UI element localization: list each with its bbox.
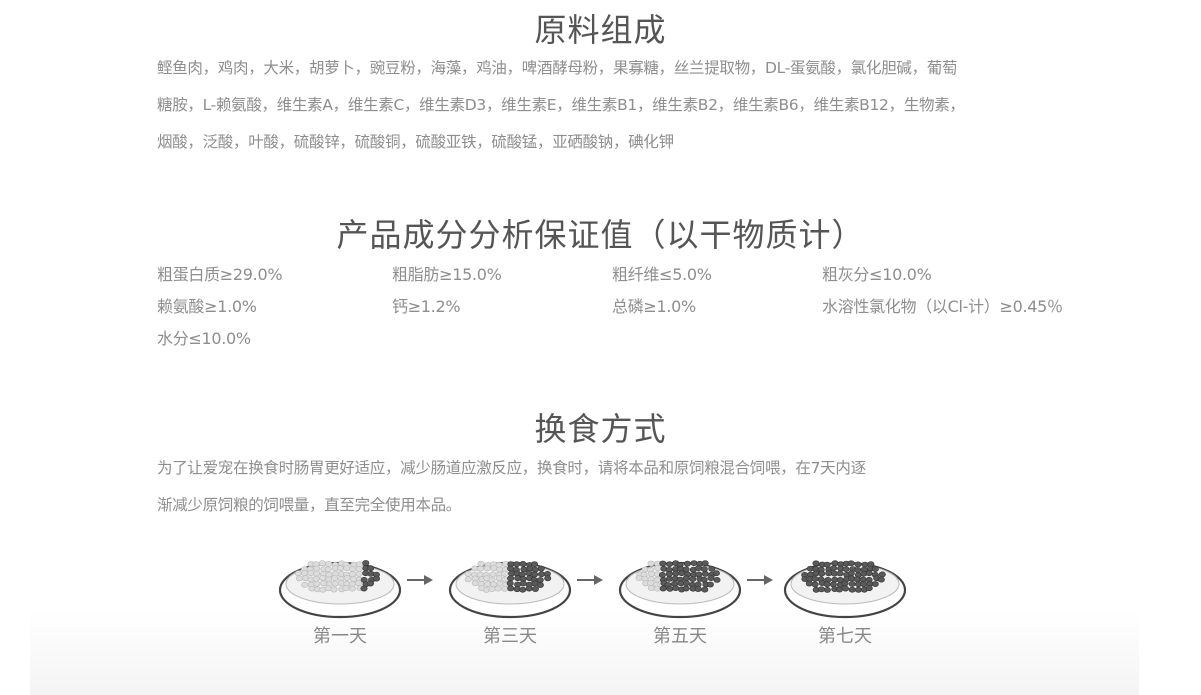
analysis-item: 赖氨酸≥1.0% bbox=[157, 297, 257, 316]
transition-line: 为了让爱宠在换食时肠胃更好适应，减少肠道应激反应，换食时，请将本品和原饲粮混合饲… bbox=[157, 459, 866, 477]
ingredients-list: 鲣鱼肉，鸡肉，大米，胡萝卜，豌豆粉，海藻，鸡油，啤酒酵母粉，果寡糖，丝兰提取物，… bbox=[157, 50, 1057, 161]
transition-instructions: 为了让爱宠在换食时肠胃更好适应，减少肠道应激反应，换食时，请将本品和原饲粮混合饲… bbox=[157, 450, 1057, 524]
food-bowl-icon bbox=[618, 560, 742, 619]
analysis-item: 水溶性氯化物（以Cl-计）≥0.45％ bbox=[822, 297, 1063, 316]
step-day-1: 第一天 bbox=[275, 530, 415, 655]
food-bowl-icon bbox=[448, 560, 572, 619]
ingredients-line: 糖胺，L-赖氨酸，维生素A，维生素C，维生素D3，维生素E，维生素B1，维生素B… bbox=[157, 96, 965, 114]
analysis-item: 总磷≥1.0% bbox=[612, 297, 696, 316]
analysis-item: 水分≤10.0% bbox=[157, 329, 251, 348]
analysis-title: 产品成分分析保证值（以干物质计） bbox=[336, 216, 865, 254]
analysis-item: 钙≥1.2% bbox=[392, 297, 461, 316]
step-day-5: 第五天 bbox=[615, 530, 755, 655]
transition-steps: 第一天 第三天 第五天 第七天 bbox=[260, 530, 920, 660]
analysis-row: 赖氨酸≥1.0% 钙≥1.2% 总磷≥1.0% 水溶性氯化物（以Cl-计）≥0.… bbox=[157, 293, 1107, 325]
ingredients-line: 鲣鱼肉，鸡肉，大米，胡萝卜，豌豆粉，海藻，鸡油，啤酒酵母粉，果寡糖，丝兰提取物，… bbox=[157, 59, 958, 77]
analysis-table: 粗蛋白质≥29.0% 粗脂肪≥15.0% 粗纤维≤5.0% 粗灰分≤10.0% … bbox=[157, 261, 1107, 357]
step-day-3: 第三天 bbox=[445, 530, 585, 655]
transition-title: 换食方式 bbox=[534, 410, 667, 448]
step-day-7: 第七天 bbox=[780, 530, 920, 655]
step-label: 第一天 bbox=[313, 626, 367, 647]
ingredients-line: 烟酸，泛酸，叶酸，硫酸锌，硫酸铜，硫酸亚铁，硫酸锰，亚硒酸钠，碘化钾 bbox=[157, 133, 674, 151]
analysis-item: 粗蛋白质≥29.0% bbox=[157, 265, 283, 284]
arrow-right-icon bbox=[577, 575, 603, 585]
arrow-right-icon bbox=[407, 575, 433, 585]
food-bowl-icon bbox=[278, 560, 402, 619]
analysis-item: 粗脂肪≥15.0% bbox=[392, 265, 502, 284]
food-bowl-icon bbox=[783, 560, 907, 619]
arrow-right-icon bbox=[747, 575, 773, 585]
step-label: 第五天 bbox=[653, 626, 707, 647]
analysis-row: 粗蛋白质≥29.0% 粗脂肪≥15.0% 粗纤维≤5.0% 粗灰分≤10.0% bbox=[157, 261, 1107, 293]
analysis-item: 粗纤维≤5.0% bbox=[612, 265, 712, 284]
step-label: 第七天 bbox=[818, 626, 872, 647]
transition-line: 渐减少原饲粮的饲喂量，直至完全使用本品。 bbox=[157, 496, 462, 514]
analysis-item: 粗灰分≤10.0% bbox=[822, 265, 932, 284]
analysis-row: 水分≤10.0% bbox=[157, 325, 1107, 357]
step-label: 第三天 bbox=[483, 626, 537, 647]
ingredients-title: 原料组成 bbox=[534, 11, 667, 49]
